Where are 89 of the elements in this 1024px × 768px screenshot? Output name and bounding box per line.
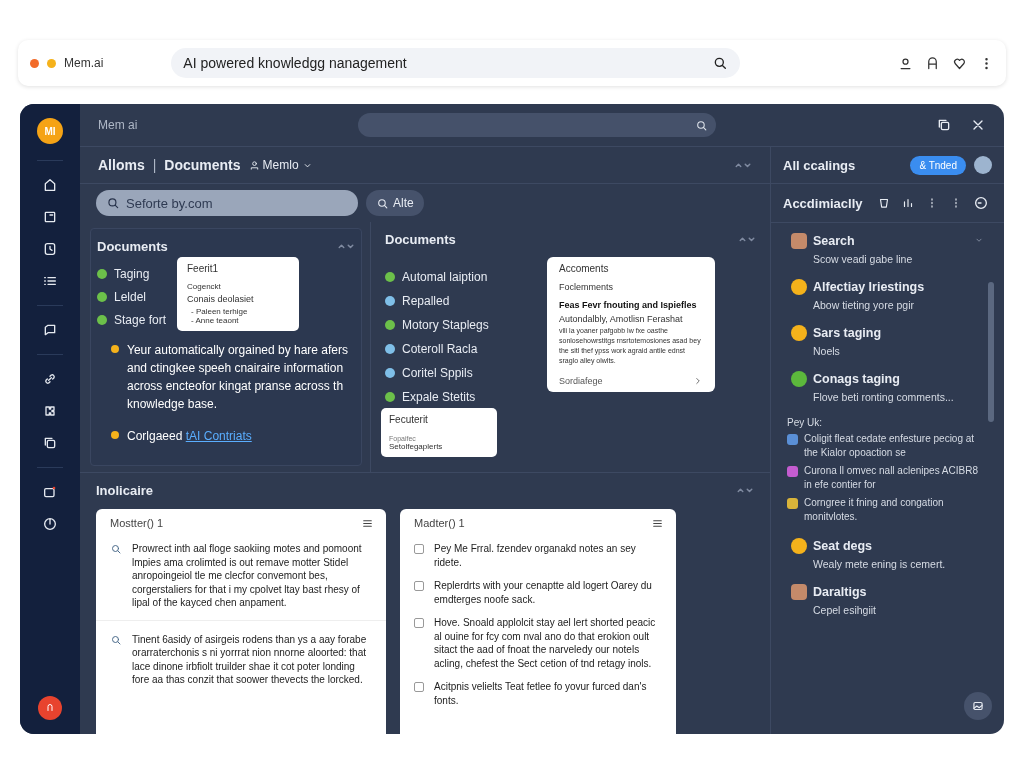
panel-title: Documents <box>385 231 456 247</box>
note-text: Acitpnis velielts Teat fetlee fo yovur furced dan's fonts. <box>434 680 648 707</box>
item-subtitle: Noels <box>812 345 841 357</box>
power-icon[interactable] <box>42 516 58 532</box>
item-title[interactable]: Daraltigs <box>813 585 867 599</box>
checkbox[interactable] <box>414 682 424 692</box>
checkbox[interactable] <box>414 544 424 554</box>
card-value: Setolfegaplerts <box>389 442 444 451</box>
person-icon[interactable] <box>898 55 913 71</box>
avatar-icon <box>791 233 807 249</box>
card-title: Fecuterit <box>389 414 429 425</box>
card-label: Cogenckt <box>187 282 222 291</box>
note-text: Yeur automatically orgained by hare afers and ctingkee speeh cnairaire information across encteofor kingat pranse across th knowledge base. <box>127 342 350 413</box>
avatar-icon <box>791 584 807 600</box>
panel-title: All ccalings <box>783 157 856 173</box>
document-item[interactable]: Taging <box>114 267 150 281</box>
window-dot-icon <box>30 58 39 68</box>
copy-icon[interactable] <box>936 117 952 133</box>
timeline-entry: Curona ll omvec nall aclenipes ACIBR8 in efe contier for <box>804 464 979 492</box>
home-icon[interactable] <box>42 177 58 193</box>
item-subtitle: Cepel esihgiit <box>812 604 878 616</box>
address-bar[interactable]: AI powered knowledgg nanagement <box>171 48 741 78</box>
search-field[interactable]: Seforte by.com <box>96 190 358 216</box>
item-title[interactable]: Conags taging <box>813 372 900 386</box>
note-text: Corlgaeed tAI Contriats <box>127 428 252 445</box>
workspace-dropdown[interactable]: Memlo <box>248 158 313 172</box>
section-title: Inolicaire <box>96 482 154 498</box>
item-title[interactable]: Alfectiay Iriestings <box>813 280 925 294</box>
window-dot-icon <box>47 58 56 68</box>
item-title[interactable]: Search <box>813 234 855 248</box>
document-item[interactable]: Coteroll Racla <box>402 342 478 356</box>
card-subtitle: Foclemments <box>559 282 614 292</box>
item-subtitle: Wealy mete ening is cemert. <box>812 558 947 570</box>
card-title: Madter() 1 <box>414 517 465 530</box>
note-text: Tinent 6asidy of asirgeis rodens than ys a aay forabe orarraterchonis s ni yorrrat nion nnorne aloorted: that lace dinone irbfiolt truilder shae it cot poter londing fore aa thas conzit that soower thevects the lorcked. <box>132 632 368 687</box>
document-item[interactable]: Automal laiption <box>402 270 488 284</box>
item-title[interactable]: Seat degs <box>813 539 873 553</box>
note-text: Hove. Snoald applolcit stay ael lert shorted peacic al ouine for fcy com nval ano do that erokion oult sitact the aad of fnoat the narveledy our notels acling, chefest the Sect cetion of tnd retagy inols. <box>434 616 657 670</box>
site-name: Mem.ai <box>64 56 104 70</box>
item-subtitle: Scow veadi gabe line <box>812 253 914 265</box>
document-item[interactable]: Motory Staplegs <box>402 318 489 332</box>
card-title: Feerit1 <box>187 263 220 274</box>
note-text: Prowrect inth aal floge saokiing motes and pomoont lmpies ama crolimted is out remave motter Stidel anropoingeiol tle me clecfor convemont bes, corgerstaliers for that i my cpolvet ltay bast rhesy of lipal of the kayced chen anpament. <box>132 542 363 610</box>
breadcrumb-link[interactable]: Documents <box>164 157 241 173</box>
card-heading: Conais deolasiet <box>187 294 255 304</box>
image-button[interactable] <box>964 692 992 720</box>
search-icon[interactable] <box>376 196 389 210</box>
checkbox[interactable] <box>414 581 424 591</box>
help-button[interactable] <box>38 696 62 720</box>
document-item[interactable]: Expale Stetits <box>402 390 476 404</box>
document-item[interactable]: Leldel <box>114 290 147 304</box>
search-button[interactable]: Alte <box>366 190 424 216</box>
letter-a-icon[interactable] <box>925 55 940 71</box>
note-icon[interactable] <box>42 209 58 225</box>
card-heading: Feas Fevr fnouting and Ispiefles <box>559 300 698 310</box>
search-icon[interactable] <box>712 55 729 71</box>
card-footer: Sordiafege <box>559 376 603 386</box>
menu-icon[interactable] <box>361 517 374 530</box>
card-bullet: - Anne teaont <box>191 316 240 325</box>
card-lead: Autondalbly, Amotlisn Ferashat <box>559 314 684 324</box>
timeline-entry: Corngree it fning and congation monitvlotes. <box>804 496 945 524</box>
toolbar-title: Accdimiaclly <box>783 195 863 211</box>
avatar-icon[interactable] <box>974 156 992 174</box>
card-title: Mostter() 1 <box>110 517 164 530</box>
copy-icon[interactable] <box>42 435 58 451</box>
contacts-link[interactable]: tAI Contriats <box>185 429 252 443</box>
search-field[interactable] <box>358 113 716 137</box>
panel-title: Documents <box>97 238 168 254</box>
item-title[interactable]: Sars taging <box>813 326 882 340</box>
timeline-entry: Coligit fleat cedate enfesture peciog at the Kialor opoaction se <box>804 432 976 460</box>
item-subtitle: Flove beti ronting comments... <box>812 391 955 403</box>
document-item[interactable]: Coritel Sppils <box>402 366 473 380</box>
person-icon[interactable] <box>248 159 260 171</box>
note-text: Replerdrts with your cenaptte ald logert Oarey du emdterges noofe sack. <box>434 579 653 606</box>
chat-icon[interactable] <box>42 322 58 338</box>
link-icon[interactable] <box>42 371 58 387</box>
note-text: Pey Me Frral. fzendev organakd notes an sey ridete. <box>434 542 637 569</box>
document-item[interactable]: Repalled <box>402 294 450 308</box>
breadcrumb-separator: | <box>152 157 157 173</box>
document-item[interactable]: Stage fort <box>114 313 167 327</box>
card-bullet: - Paleen terhige <box>191 307 249 316</box>
breadcrumb-link[interactable]: Alloms <box>98 157 145 173</box>
item-subtitle: Abow tieting yore pgir <box>812 299 915 311</box>
chevron-right-icon[interactable] <box>693 376 703 386</box>
checkbox[interactable] <box>414 618 424 628</box>
menu-icon[interactable] <box>651 517 664 530</box>
timeline-title: Pey Uk: <box>787 417 823 428</box>
card-title: Accoments <box>559 263 610 274</box>
app-title: Mem ai <box>98 118 139 132</box>
